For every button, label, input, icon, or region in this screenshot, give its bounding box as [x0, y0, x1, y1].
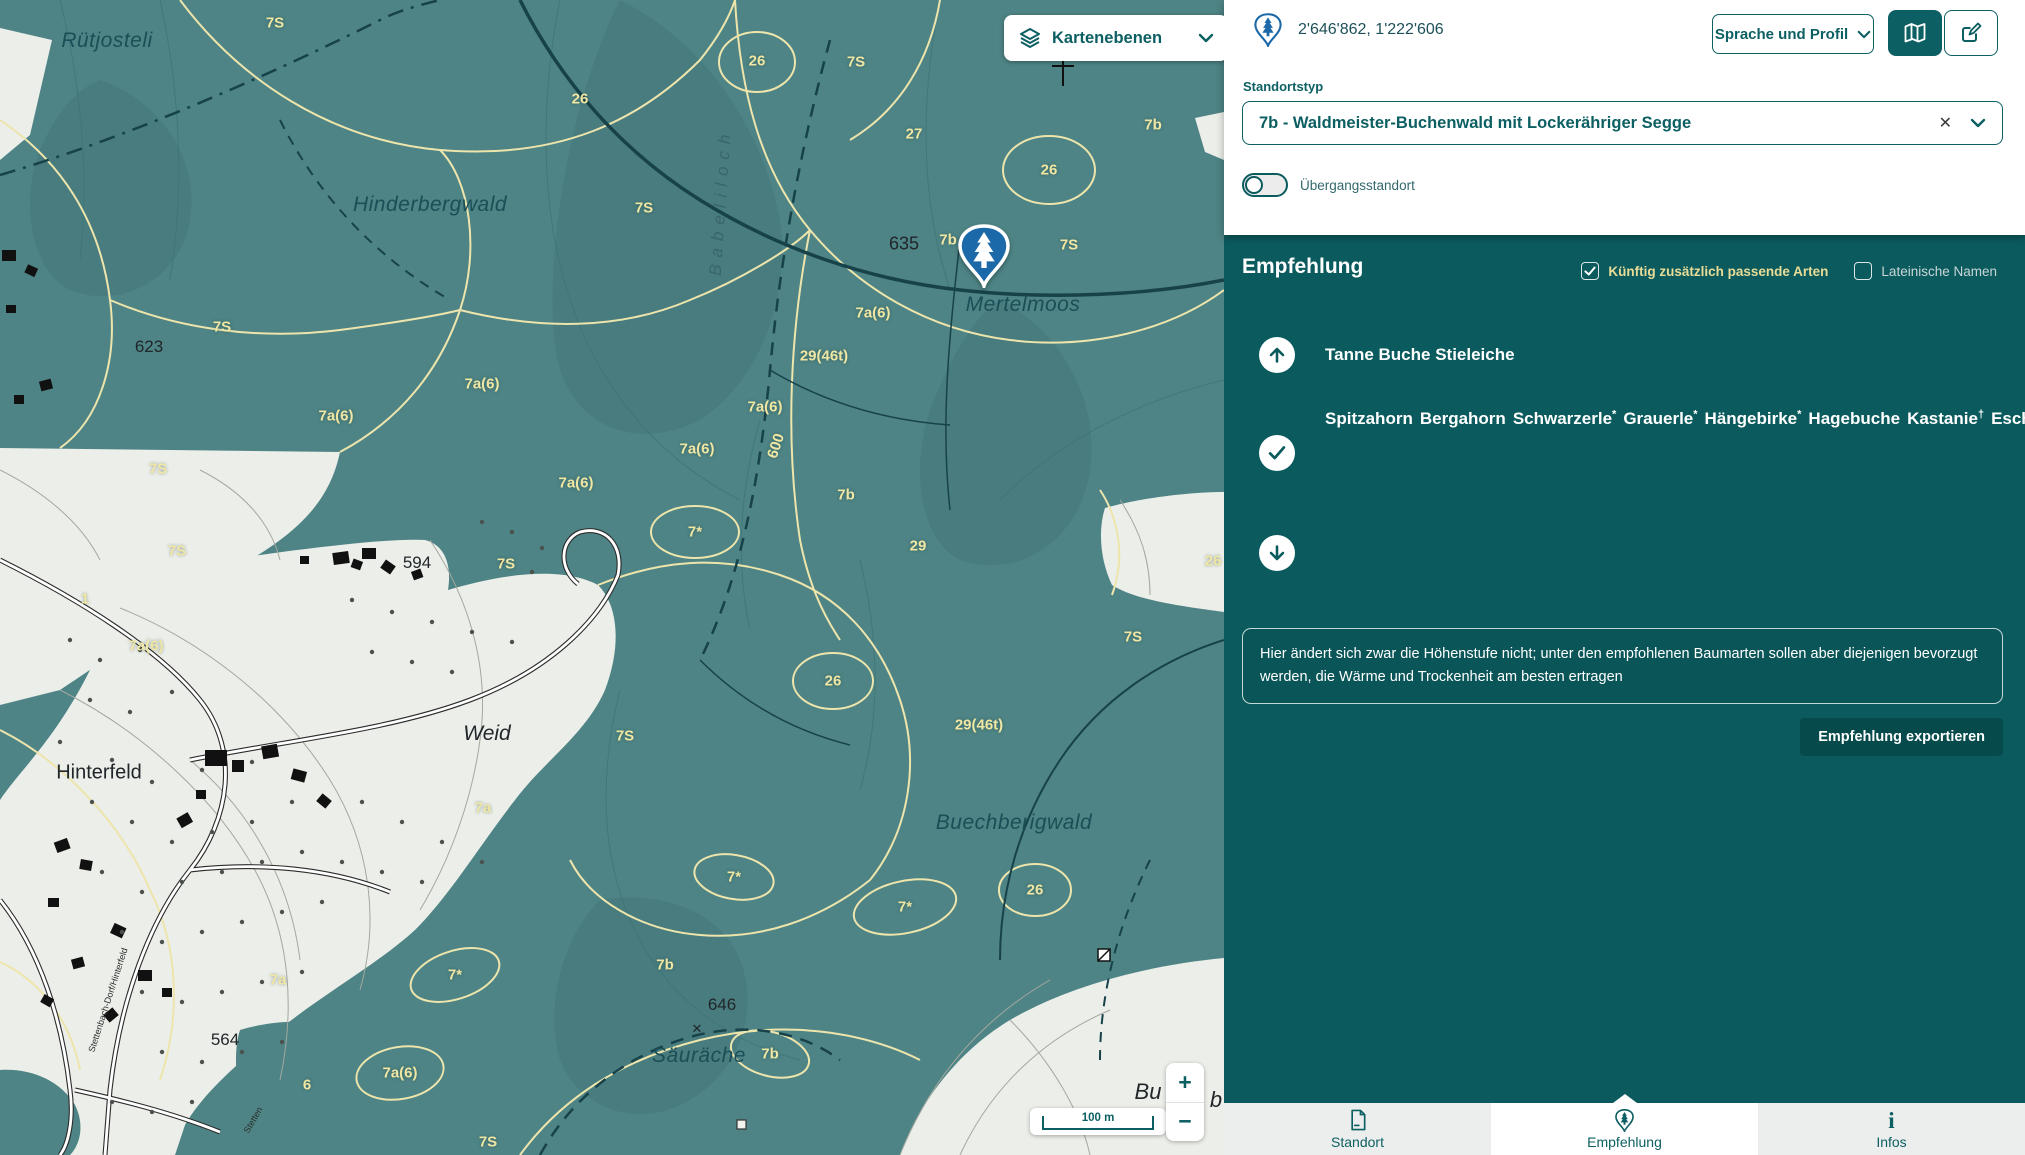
panel-header-section: 2'646'862, 1'222'606 Sprache und Profil … [1224, 0, 2025, 235]
chevron-down-icon [1857, 30, 1871, 39]
primary-species: Tanne Buche Stieleiche [1325, 345, 1515, 365]
species-list: Spitzahorn Bergahorn Schwarzerle* Grauerle*… [1325, 402, 1980, 431]
future-checkbox-label: Künftig zusätzlich passende Arten [1608, 264, 1828, 279]
map-zoom-controls[interactable]: + − [1166, 1063, 1204, 1141]
map-layers-label: Kartenebenen [1052, 29, 1162, 48]
map-area[interactable]: 7S267S26277b267S7S7b7a(6)7S7a(6)7a(6)7a(… [0, 0, 1224, 1155]
tab-infos[interactable]: i Infos [1758, 1103, 2025, 1155]
standorttyp-label: Standortstyp [1243, 79, 1323, 94]
arrow-down-icon [1266, 542, 1288, 564]
uebergangsstandort-row: Übergangsstandort [1242, 173, 1415, 197]
toggle-knob [1245, 176, 1263, 194]
checkbox-box [1854, 262, 1872, 280]
language-profile-label: Sprache und Profil [1715, 26, 1848, 43]
edit-pencil-icon [1959, 21, 1983, 45]
future-checkbox[interactable]: Künftig zusätzlich passende Arten [1581, 262, 1828, 280]
chevron-down-icon [1198, 33, 1214, 43]
coordinates-value: 2'646'862, 1'222'606 [1298, 21, 1444, 39]
empfehlung-options: Künftig zusätzlich passende Arten Latein… [1581, 262, 1997, 280]
layers-icon [1018, 26, 1042, 50]
higher-elevation-button[interactable] [1259, 337, 1295, 373]
chevron-down-icon[interactable] [1970, 118, 1986, 128]
map-scale-bar: 100 m [1030, 1108, 1166, 1135]
latin-checkbox[interactable]: Lateinische Namen [1854, 262, 1997, 280]
recommendation-note: Hier ändert sich zwar die Höhenstufe nic… [1242, 628, 2003, 704]
bottom-tab-bar: Standort Empfehlung i Infos [1224, 1103, 2025, 1155]
topographic-map [0, 0, 1224, 1155]
checkbox-box [1581, 262, 1599, 280]
latin-checkbox-label: Lateinische Namen [1881, 264, 1997, 279]
standorttyp-value: 7b - Waldmeister-Buchenwald mit Lockeräh… [1259, 114, 1939, 133]
recommended-species-button[interactable] [1259, 435, 1295, 471]
standorttyp-select[interactable]: 7b - Waldmeister-Buchenwald mit Lockeräh… [1242, 101, 2003, 145]
zoom-out-button[interactable]: − [1166, 1102, 1204, 1142]
arrow-up-icon [1266, 344, 1288, 366]
tab-label: Empfehlung [1587, 1134, 1662, 1150]
edit-view-button[interactable] [1944, 10, 1998, 56]
map-icon [1903, 22, 1927, 44]
empfehlung-title: Empfehlung [1242, 255, 1363, 279]
species-name: Spitzahorn [1325, 409, 1413, 428]
uebergangsstandort-toggle[interactable] [1242, 173, 1288, 197]
map-layers-button[interactable]: Kartenebenen [1004, 15, 1224, 61]
info-icon: i [1888, 1110, 1894, 1132]
tab-label: Infos [1876, 1134, 1906, 1150]
tab-empfehlung[interactable]: Empfehlung [1491, 1103, 1758, 1155]
species-name: Esche† [1991, 409, 2025, 428]
view-toggle-group [1888, 10, 1998, 56]
map-view-button[interactable] [1888, 10, 1942, 56]
clear-icon[interactable]: ✕ [1939, 113, 1952, 133]
species-name: Hängebirke* [1705, 409, 1802, 428]
tree-pin-icon [957, 224, 1011, 288]
lower-elevation-button[interactable] [1259, 535, 1295, 571]
species-name: Hagebuche [1808, 409, 1900, 428]
check-icon [1266, 442, 1288, 464]
species-name: Schwarzerle* [1513, 409, 1617, 428]
coordinates-row: 2'646'862, 1'222'606 [1254, 13, 1444, 47]
tree-pin-icon [1615, 1109, 1634, 1132]
tab-label: Standort [1331, 1134, 1384, 1150]
location-pin-icon [1254, 13, 1282, 47]
language-profile-button[interactable]: Sprache und Profil [1712, 14, 1874, 54]
tab-standort[interactable]: Standort [1224, 1103, 1491, 1155]
species-name: Kastanie† [1907, 409, 1984, 428]
scale-bracket [1042, 1116, 1154, 1130]
side-panel: 2'646'862, 1'222'606 Sprache und Profil … [1224, 0, 2025, 1155]
species-name: Grauerle* [1623, 409, 1697, 428]
zoom-in-button[interactable]: + [1166, 1063, 1204, 1102]
document-icon [1348, 1108, 1368, 1132]
export-button[interactable]: Empfehlung exportieren [1800, 718, 2003, 756]
location-marker-pin[interactable] [957, 224, 1011, 288]
uebergangsstandort-label: Übergangsstandort [1300, 178, 1415, 193]
empfehlung-panel: Empfehlung Künftig zusätzlich passende A… [1224, 235, 2025, 1103]
species-name: Bergahorn [1420, 409, 1506, 428]
